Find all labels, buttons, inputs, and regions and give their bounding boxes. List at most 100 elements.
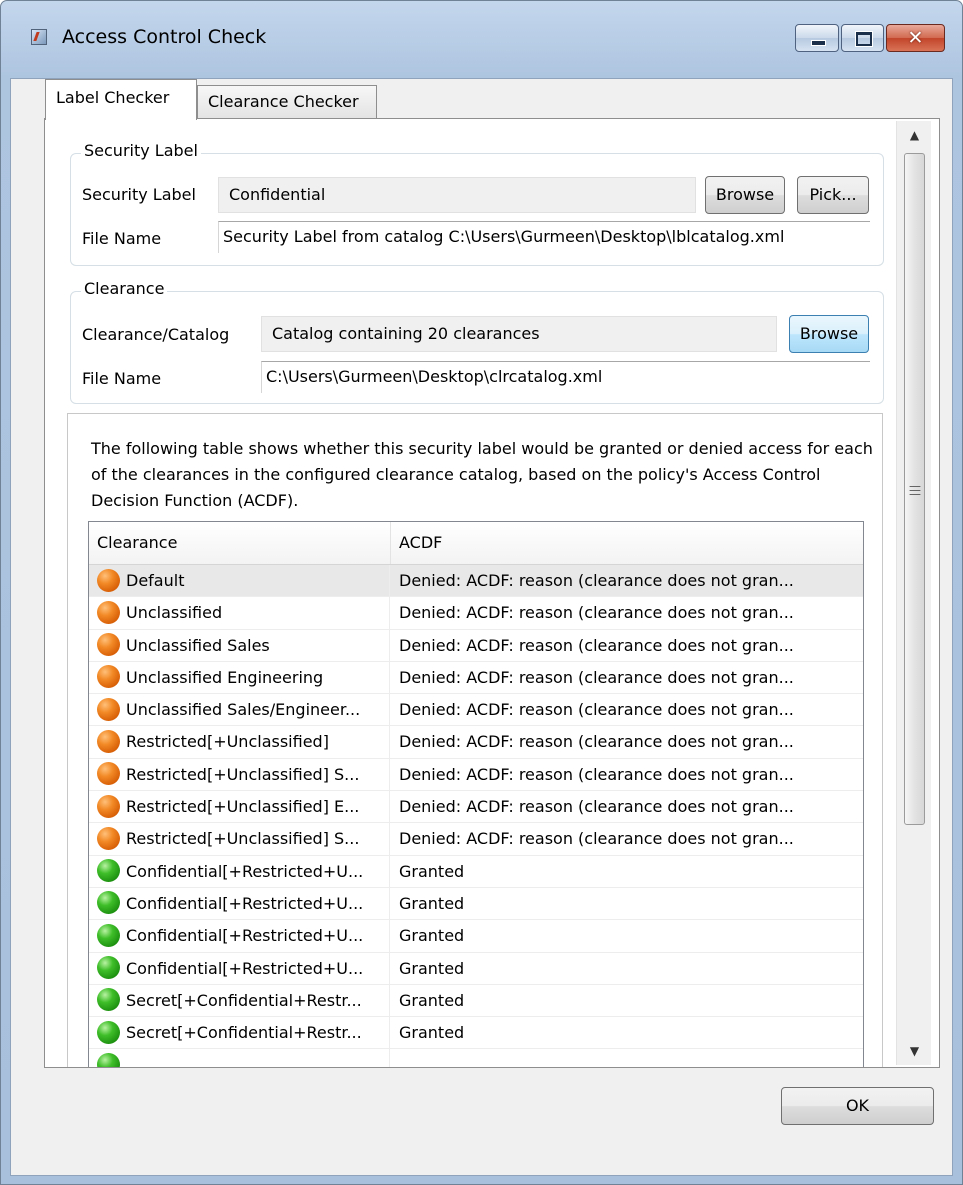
clearance-cell: Restricted[+Unclassified] xyxy=(97,726,390,759)
clearance-cell: Secret[+Confidential+Restr... xyxy=(97,984,390,1017)
clearance-name: Restricted[+Unclassified] S... xyxy=(126,764,360,784)
clearance-name: Restricted[+Unclassified] S... xyxy=(126,829,360,849)
app-icon xyxy=(31,29,47,45)
orange-status-icon xyxy=(97,600,120,624)
clearance-name: Unclassified xyxy=(126,603,223,623)
clearance-cell: Secret[+Confidential+Restr... xyxy=(97,1017,390,1050)
table-row[interactable]: Unclassified Sales Denied: ACDF: reason (… xyxy=(89,629,863,662)
green-status-icon xyxy=(97,1020,120,1044)
clearance-name: Unclassified Sales/Engineer... xyxy=(126,700,361,720)
clearance-name: Unclassified Sales xyxy=(126,635,270,655)
clearance-browse-button[interactable]: Browse xyxy=(789,315,869,353)
security-label-pick-button[interactable]: Pick... xyxy=(797,176,869,214)
table-row[interactable]: Default Denied: ACDF: reason (clearance d… xyxy=(89,565,863,598)
minimize-icon xyxy=(811,40,826,46)
acdf-cell: Denied: ACDF: reason (clearance does not… xyxy=(399,797,794,817)
acdf-cell: Granted xyxy=(399,861,465,881)
acdf-cell: Denied: ACDF: reason (clearance does not… xyxy=(399,700,794,720)
clearance-cell: Unclassified Engineering xyxy=(97,661,390,694)
clearance-cell: Confidential[+Restricted+U... xyxy=(97,952,390,985)
clearance-cell xyxy=(97,1049,390,1067)
vertical-scrollbar[interactable]: ▲ — — — ▼ xyxy=(896,121,931,1065)
security-label-file-field[interactable]: Security Label from catalog C:\Users\Gur… xyxy=(218,221,870,253)
green-status-icon xyxy=(97,859,120,883)
clearance-name: Confidential[+Restricted+U... xyxy=(126,893,364,913)
table-row[interactable]: Restricted[+Unclassified] S... Denied: AC… xyxy=(89,758,863,792)
results-description: The following table shows whether this s… xyxy=(91,439,873,510)
grip-icon: — — — xyxy=(909,479,921,501)
clearance-cell: Confidential[+Restricted+U... xyxy=(97,887,390,920)
clearance-name: Restricted[+Unclassified] E... xyxy=(126,797,360,817)
close-button[interactable]: ✕ xyxy=(886,24,945,52)
clearance-name: Confidential[+Restricted+U... xyxy=(126,926,364,946)
acdf-cell: Denied: ACDF: reason (clearance does not… xyxy=(399,732,794,752)
clearance-file-caption: File Name xyxy=(82,369,162,388)
table-row[interactable]: Unclassified Sales/Engineer... Denied: AC… xyxy=(89,694,863,727)
green-status-icon xyxy=(97,988,120,1012)
clearance-name: Confidential[+Restricted+U... xyxy=(126,958,364,978)
tab-clearance-checker[interactable]: Clearance Checker xyxy=(197,85,377,119)
scrollbar-thumb[interactable]: — — — xyxy=(904,153,925,825)
tab-label-checker[interactable]: Label Checker xyxy=(45,79,197,120)
clearance-cell: Unclassified Sales/Engineer... xyxy=(97,694,390,727)
green-status-icon xyxy=(97,923,120,947)
clearance-cell: Confidential[+Restricted+U... xyxy=(97,855,390,888)
close-icon: ✕ xyxy=(907,27,924,49)
table-row[interactable]: Confidential[+Restricted+U... Granted xyxy=(89,887,863,921)
orange-status-icon xyxy=(97,794,120,818)
green-status-icon xyxy=(97,956,120,980)
acdf-cell xyxy=(399,1049,861,1067)
table-body: Default Denied: ACDF: reason (clearance d… xyxy=(89,565,863,1067)
ok-button[interactable]: OK xyxy=(781,1087,934,1125)
green-status-icon xyxy=(97,1052,120,1067)
table-row[interactable]: Confidential[+Restricted+U... Granted xyxy=(89,952,863,985)
clearance-group-title: Clearance xyxy=(81,279,168,298)
scroll-up-arrow-icon[interactable]: ▲ xyxy=(897,121,932,149)
clearance-cell: Unclassified xyxy=(97,597,390,630)
scroll-down-arrow-icon[interactable]: ▼ xyxy=(897,1037,932,1065)
app-window: Access Control Check ✕ Label Checker Cle… xyxy=(0,0,963,1185)
clearance-name: Restricted[+Unclassified] xyxy=(126,732,329,752)
orange-status-icon xyxy=(97,633,120,657)
acdf-cell: Denied: ACDF: reason (clearance does not… xyxy=(399,571,794,590)
orange-status-icon xyxy=(97,665,120,689)
clearance-file-field[interactable]: C:\Users\Gurmeen\Desktop\clrcatalog.xml xyxy=(261,361,870,393)
orange-status-icon xyxy=(97,568,120,592)
table-row[interactable]: Restricted[+Unclassified] S... Denied: AC… xyxy=(89,823,863,856)
acdf-cell: Denied: ACDF: reason (clearance does not… xyxy=(399,829,794,849)
security-label-caption: Security Label xyxy=(82,185,196,204)
clearance-name: Secret[+Confidential+Restr... xyxy=(126,990,362,1010)
table-header: Clearance ACDF xyxy=(89,522,863,565)
clearance-cell: Unclassified Sales xyxy=(97,629,390,662)
tab-panel: Security Label Security Label Confidenti… xyxy=(44,118,940,1068)
acdf-cell: Denied: ACDF: reason (clearance does not… xyxy=(399,635,794,655)
table-row[interactable]: Restricted[+Unclassified] Denied: ACDF: r… xyxy=(89,726,863,759)
table-row[interactable]: Unclassified Denied: ACDF: reason (cleara… xyxy=(89,597,863,630)
table-row[interactable] xyxy=(89,1049,863,1067)
security-label-browse-button[interactable]: Browse xyxy=(705,176,785,214)
clearance-cell: Default xyxy=(97,565,390,597)
table-row[interactable]: Unclassified Engineering Denied: ACDF: re… xyxy=(89,661,863,695)
orange-status-icon xyxy=(97,826,120,850)
maximize-icon xyxy=(856,32,872,46)
table-row[interactable]: Confidential[+Restricted+U... Granted xyxy=(89,855,863,888)
orange-status-icon xyxy=(97,762,120,786)
clearance-cell: Restricted[+Unclassified] E... xyxy=(97,791,390,824)
table-row[interactable]: Restricted[+Unclassified] E... Denied: AC… xyxy=(89,791,863,824)
maximize-button[interactable] xyxy=(841,24,884,52)
column-header-clearance[interactable]: Clearance xyxy=(89,522,391,564)
title-bar[interactable]: Access Control Check ✕ xyxy=(1,1,962,79)
clearance-name: Secret[+Confidential+Restr... xyxy=(126,1023,362,1043)
clearance-catalog-field: Catalog containing 20 clearances xyxy=(261,316,777,352)
clearance-cell: Restricted[+Unclassified] S... xyxy=(97,758,390,791)
table-row[interactable]: Secret[+Confidential+Restr... Granted xyxy=(89,984,863,1018)
minimize-button[interactable] xyxy=(795,24,839,52)
clearance-table[interactable]: Clearance ACDF Default Denied: ACDF: reas… xyxy=(88,521,864,1067)
column-header-acdf[interactable]: ACDF xyxy=(391,522,863,564)
acdf-cell: Granted xyxy=(399,1023,465,1043)
orange-status-icon xyxy=(97,729,120,753)
table-row[interactable]: Confidential[+Restricted+U... Granted xyxy=(89,920,863,953)
clearance-group: Clearance Clearance/Catalog Catalog cont… xyxy=(70,279,884,404)
clearance-cell: Confidential[+Restricted+U... xyxy=(97,920,390,953)
table-row[interactable]: Secret[+Confidential+Restr... Granted xyxy=(89,1017,863,1050)
